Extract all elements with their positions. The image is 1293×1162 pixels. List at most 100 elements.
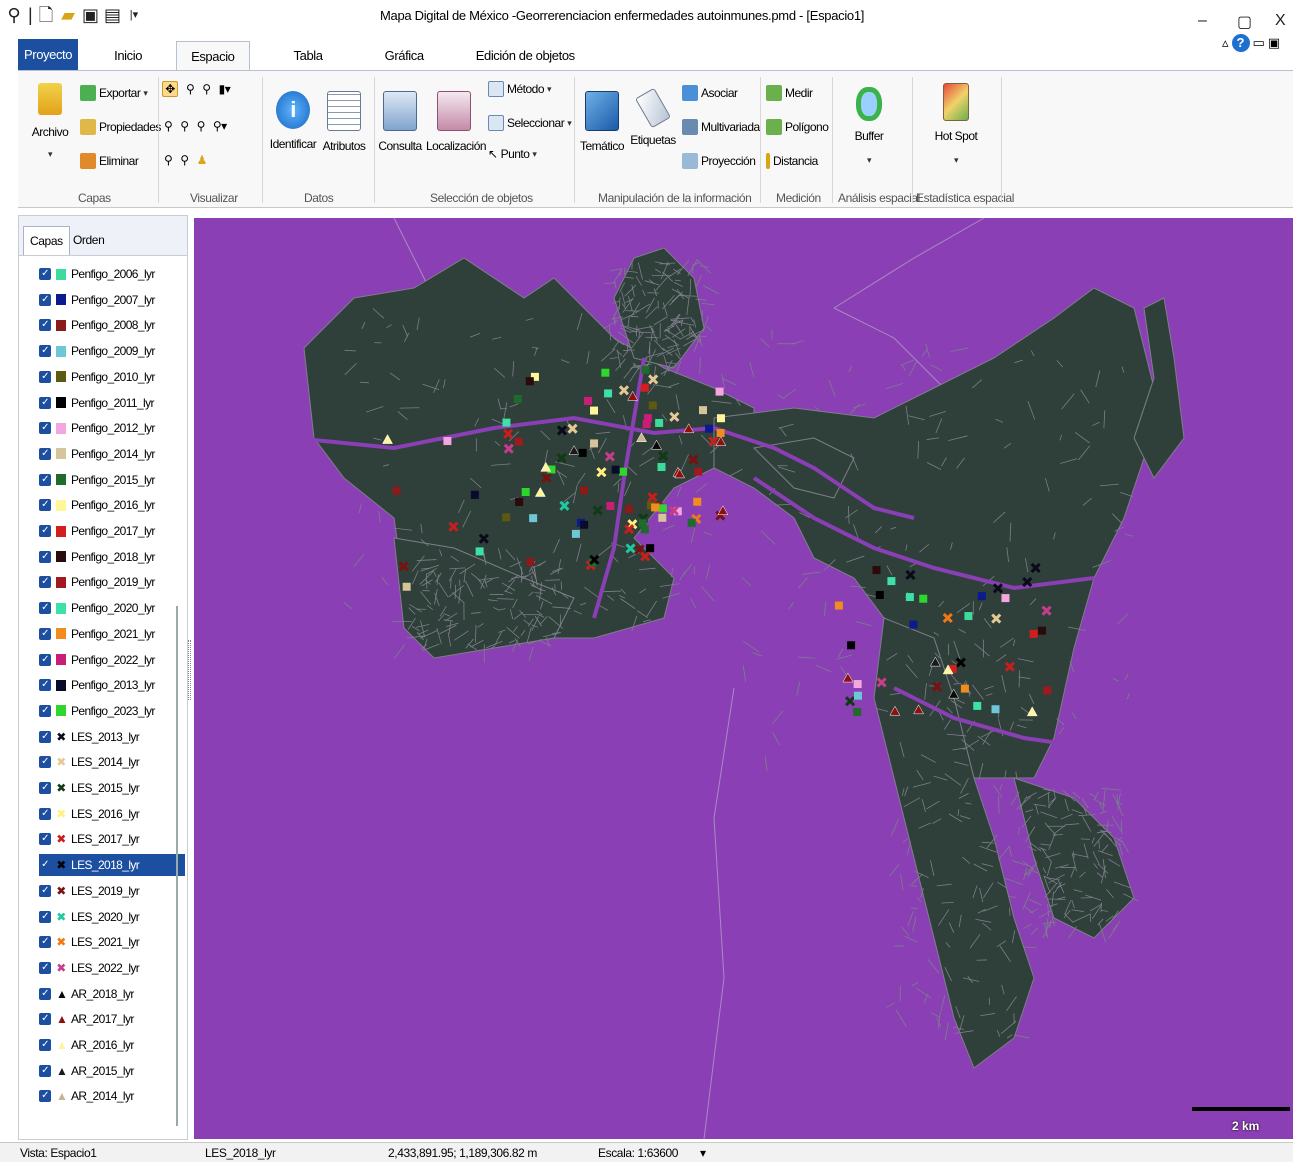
layer-visibility-checkbox[interactable]: ✓ <box>39 345 51 358</box>
zoom-previous-icon[interactable]: ⚲ <box>202 82 211 96</box>
buffer-button[interactable]: Buffer ▾ <box>844 87 894 166</box>
case-marker-triangle[interactable] <box>842 672 854 683</box>
zoom-magnify-icon[interactable]: ⚲ <box>197 119 206 133</box>
layer-item[interactable]: ✓ Penfigo_2006_lyr <box>39 263 185 285</box>
layer-item[interactable]: ✓ Penfigo_2021_lyr <box>39 623 185 645</box>
case-marker-square[interactable] <box>521 488 530 497</box>
layer-item[interactable]: ✓ ✖ LES_2015_lyr <box>39 777 185 799</box>
panel-splitter[interactable] <box>188 640 191 700</box>
layer-visibility-checkbox[interactable]: ✓ <box>39 447 51 460</box>
case-marker-square[interactable] <box>687 518 696 527</box>
zoom-in-icon[interactable]: ⚲ <box>164 119 173 133</box>
case-marker-square[interactable] <box>590 439 599 448</box>
medir-button[interactable]: Medir <box>766 85 813 101</box>
tab-edicion-de-objetos[interactable]: Edición de objetos <box>462 41 589 71</box>
case-marker-square[interactable] <box>853 680 862 689</box>
case-marker-square[interactable] <box>853 707 862 716</box>
layer-item[interactable]: ✓ Penfigo_2022_lyr <box>39 649 185 671</box>
case-marker-square[interactable] <box>693 497 702 506</box>
layer-item[interactable]: ✓ ✖ LES_2013_lyr <box>39 726 185 748</box>
case-marker-square[interactable] <box>514 437 523 446</box>
layer-visibility-checkbox[interactable]: ✓ <box>39 576 51 589</box>
layer-visibility-checkbox[interactable]: ✓ <box>39 473 51 486</box>
layer-item[interactable]: ✓ Penfigo_2007_lyr <box>39 289 185 311</box>
layer-item[interactable]: ✓ Penfigo_2023_lyr <box>39 700 185 722</box>
case-marker-square[interactable] <box>658 513 667 522</box>
case-marker-square[interactable] <box>625 505 634 514</box>
case-marker-square[interactable] <box>716 414 725 423</box>
layer-item[interactable]: ✓ ▲ AR_2017_lyr <box>39 1008 185 1030</box>
table-icon[interactable]: ▤ <box>104 6 121 24</box>
case-marker-square[interactable] <box>651 503 660 512</box>
case-marker-square[interactable] <box>526 558 535 567</box>
zoom-out-icon[interactable]: ⚲ <box>164 153 173 167</box>
case-marker-square[interactable] <box>529 514 538 523</box>
case-marker-square[interactable] <box>443 437 452 446</box>
case-marker-square[interactable] <box>590 406 599 415</box>
exportar-button[interactable]: Exportar ▾ <box>80 85 148 101</box>
layer-item[interactable]: ✓ Penfigo_2018_lyr <box>39 546 185 568</box>
zoom-extent-icon[interactable]: ⚲ <box>180 119 189 133</box>
layer-visibility-checkbox[interactable]: ✓ <box>39 370 51 383</box>
poligono-button[interactable]: Polígono <box>766 119 829 135</box>
case-marker-square[interactable] <box>1001 594 1010 603</box>
case-marker-square[interactable] <box>694 467 703 476</box>
tab-orden[interactable]: Orden <box>67 226 110 255</box>
case-marker-square[interactable] <box>580 520 589 529</box>
eliminar-button[interactable]: Eliminar <box>80 153 139 169</box>
layer-item[interactable]: ✓ Penfigo_2019_lyr <box>39 571 185 593</box>
new-icon[interactable]: 🗋 <box>38 6 54 24</box>
layer-visibility-checkbox[interactable]: ✓ <box>39 884 51 897</box>
layer-visibility-checkbox[interactable]: ✓ <box>39 293 51 306</box>
layer-visibility-checkbox[interactable]: ✓ <box>39 782 51 794</box>
layer-visibility-checkbox[interactable]: ✓ <box>39 756 51 769</box>
tab-tabla[interactable]: Tabla <box>280 41 337 71</box>
layer-item[interactable]: ✓ ✖ LES_2021_lyr <box>39 931 185 953</box>
case-marker-square[interactable] <box>601 368 610 377</box>
case-marker-cross[interactable] <box>844 696 856 707</box>
hotspot-button[interactable]: Hot Spot ▾ <box>928 83 984 166</box>
case-marker-square[interactable] <box>502 418 511 427</box>
layer-visibility-checkbox[interactable]: ✓ <box>39 550 51 563</box>
minimize-button[interactable]: – <box>1198 12 1207 30</box>
case-marker-square[interactable] <box>909 620 918 629</box>
layer-visibility-checkbox[interactable]: ✓ <box>39 936 51 949</box>
case-marker-square[interactable] <box>991 705 1000 714</box>
proyeccion-button[interactable]: Proyección <box>682 153 756 169</box>
layer-visibility-checkbox[interactable]: ✓ <box>39 653 51 666</box>
case-marker-square[interactable] <box>960 684 969 693</box>
case-marker-square[interactable] <box>715 387 724 396</box>
case-marker-square[interactable] <box>705 424 714 433</box>
case-marker-square[interactable] <box>604 389 613 398</box>
layer-item[interactable]: ✓ ✖ LES_2022_lyr <box>39 957 185 979</box>
layer-item[interactable]: ✓ ✖ LES_2018_lyr <box>39 854 185 877</box>
layer-visibility-checkbox[interactable]: ✓ <box>39 730 51 743</box>
layer-visibility-checkbox[interactable]: ✓ <box>39 961 51 974</box>
case-marker-square[interactable] <box>502 513 511 522</box>
layer-item[interactable]: ✓ ✖ LES_2014_lyr <box>39 751 185 773</box>
layer-item[interactable]: ✓ ✖ LES_2017_lyr <box>39 828 185 850</box>
layer-visibility-checkbox[interactable]: ✓ <box>39 319 51 332</box>
layer-item[interactable]: ✓ ▲ AR_2015_lyr <box>39 1060 185 1082</box>
seleccionar-button[interactable]: Seleccionar ▾ <box>488 115 572 131</box>
layer-visibility-checkbox[interactable]: ✓ <box>39 987 51 1000</box>
asociar-button[interactable]: Asociar <box>682 85 738 101</box>
tab-capas[interactable]: Capas <box>23 226 70 255</box>
case-marker-square[interactable] <box>834 601 843 610</box>
layer-visibility-checkbox[interactable]: ✓ <box>39 679 51 692</box>
panel-scrollbar[interactable] <box>176 606 178 1126</box>
layer-item[interactable]: ✓ ▲ AR_2016_lyr <box>39 1034 185 1056</box>
close-button[interactable]: X <box>1275 12 1286 30</box>
zoom-options-icon[interactable]: ⚲▾ <box>213 119 227 133</box>
atributos-button[interactable]: Atributos <box>322 91 366 153</box>
restore-button[interactable]: ▢ <box>1237 12 1252 32</box>
case-marker-square[interactable] <box>392 486 401 495</box>
case-marker-square[interactable] <box>525 377 534 386</box>
save-icon[interactable]: ▣ <box>82 6 99 24</box>
layer-visibility-checkbox[interactable]: ✓ <box>39 910 51 923</box>
case-marker-square[interactable] <box>905 593 914 602</box>
punto-button[interactable]: ↖ Punto ▾ <box>488 147 537 161</box>
open-folder-icon[interactable]: ▰ <box>60 6 76 24</box>
case-marker-square[interactable] <box>872 566 881 575</box>
case-marker-square[interactable] <box>578 448 587 457</box>
